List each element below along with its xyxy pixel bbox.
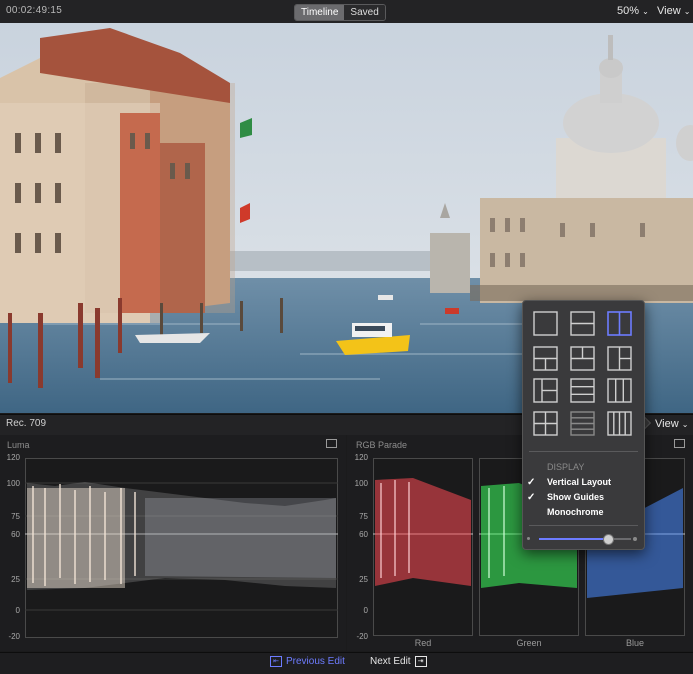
luma-waveform — [25, 458, 338, 638]
luma-tick-label: 120 — [6, 453, 20, 462]
rgb-tick-label: 60 — [359, 530, 368, 539]
green-channel-label: Green — [516, 638, 542, 648]
zoom-value: 50% — [617, 5, 640, 17]
layout-left-plus-rows-icon[interactable] — [533, 378, 558, 403]
timeline-saved-segmented-control[interactable]: Timeline Saved — [294, 4, 386, 21]
segment-timeline[interactable]: Timeline — [295, 5, 345, 20]
luma-tick-label: 75 — [11, 512, 20, 521]
rgb-tick-label: 75 — [359, 512, 368, 521]
scopes-view-menu[interactable]: View ⌄ — [655, 418, 688, 430]
rgb-tick-label: 25 — [359, 575, 368, 584]
scope-settings-icon[interactable] — [326, 439, 337, 448]
chevron-down-icon: ⌄ — [681, 420, 689, 429]
previous-edit-label: Previous Edit — [286, 656, 345, 667]
luma-tick-label: 0 — [15, 606, 20, 615]
popover-divider — [529, 451, 638, 452]
previous-edit-button[interactable]: ⇤ Previous Edit — [270, 656, 345, 667]
view-label: View — [657, 5, 681, 17]
luma-tick-label: 25 — [11, 575, 20, 584]
layout-three-grid-left-icon[interactable] — [570, 346, 595, 371]
zoom-menu[interactable]: 50% ⌄ — [617, 5, 649, 17]
view-label: View — [655, 418, 679, 430]
color-space-label: Rec. 709 — [6, 418, 47, 429]
popover-divider — [529, 525, 638, 526]
red-channel-waveform — [373, 458, 473, 636]
layout-three-grid-right-icon[interactable] — [607, 346, 632, 371]
rgb-tick-label: -20 — [356, 632, 368, 641]
layout-three-rows-icon[interactable] — [570, 378, 595, 403]
layout-two-rows-icon[interactable] — [570, 311, 595, 336]
luma-title: Luma — [7, 440, 30, 450]
rgb-parade-title: RGB Parade — [356, 440, 408, 450]
rgb-tick-label: 100 — [354, 479, 368, 488]
rgb-tick-label: 120 — [354, 453, 368, 462]
layout-four-rows-icon[interactable] — [570, 411, 595, 436]
next-edit-label: Next Edit — [370, 656, 411, 667]
layout-four-grid-icon[interactable] — [533, 411, 558, 436]
layout-four-columns-icon[interactable] — [607, 411, 632, 436]
blue-channel-label: Blue — [625, 638, 644, 648]
luma-tick-label: 60 — [11, 530, 20, 539]
checkmark-icon: ✓ — [527, 492, 536, 503]
layout-three-grid-top-icon[interactable] — [533, 346, 558, 371]
checkmark-icon: ✓ — [527, 477, 536, 488]
chevron-down-icon: ⌄ — [642, 7, 649, 16]
luma-tick-label: 100 — [6, 479, 20, 488]
brightness-slider-knob[interactable] — [603, 534, 614, 545]
layout-single-icon[interactable] — [533, 311, 558, 336]
brightness-low-icon — [527, 537, 530, 540]
rgb-tick-label: 0 — [363, 606, 368, 615]
viewer-view-menu[interactable]: View ⌄ — [657, 5, 690, 17]
scope-layout-popover: DISPLAY ✓ Vertical Layout ✓ Show Guides … — [522, 300, 645, 550]
layout-two-columns-icon[interactable] — [607, 311, 632, 336]
red-channel-label: Red — [414, 638, 432, 648]
edit-navigation-bar — [0, 652, 693, 674]
scope-settings-icon[interactable] — [674, 439, 685, 448]
layout-three-columns-icon[interactable] — [607, 378, 632, 403]
brightness-slider-fill — [539, 538, 608, 540]
luma-tick-label: -20 — [8, 632, 20, 641]
next-edit-icon: ⇥ — [414, 656, 427, 667]
chevron-down-icon: ⌄ — [683, 7, 691, 16]
previous-edit-icon: ⇤ — [270, 656, 282, 667]
timecode-display: 00:02:49:15 — [6, 5, 63, 16]
brightness-high-icon — [633, 537, 637, 541]
segment-saved[interactable]: Saved — [344, 5, 385, 20]
next-edit-button[interactable]: Next Edit ⇥ — [370, 656, 427, 667]
